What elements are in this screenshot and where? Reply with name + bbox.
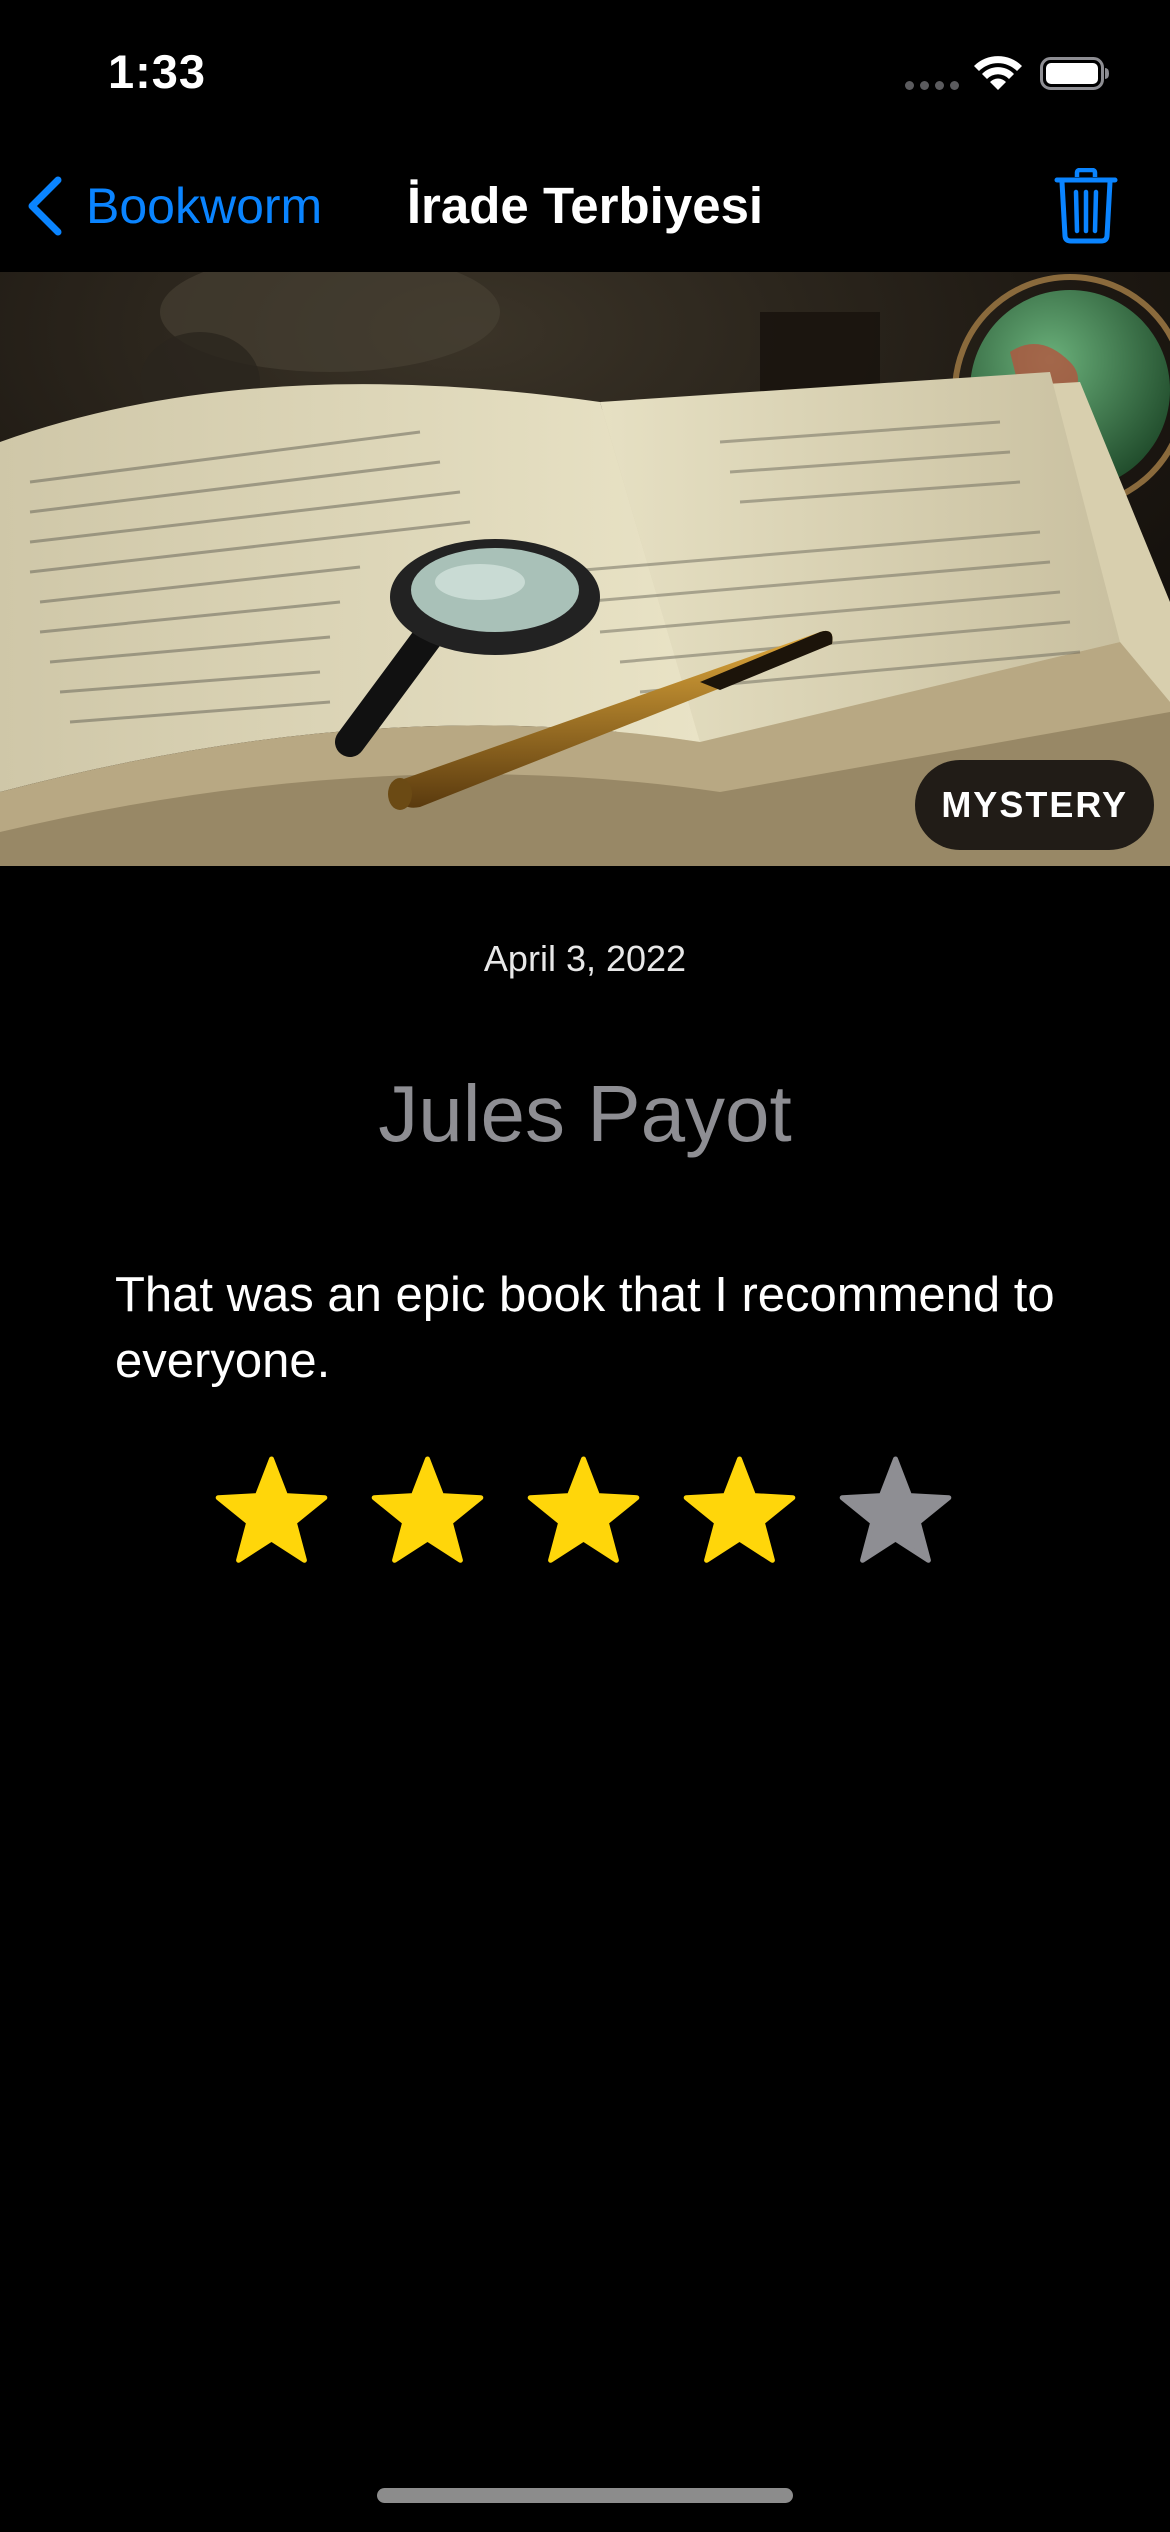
star-filled-icon[interactable] bbox=[526, 1455, 641, 1570]
cellular-signal-icon bbox=[905, 78, 959, 92]
review-text: That was an epic book that I recommend t… bbox=[115, 1268, 1055, 1388]
wifi-icon bbox=[974, 56, 1022, 90]
battery-icon bbox=[1040, 57, 1109, 90]
author-name: Jules Payot bbox=[378, 1069, 792, 1158]
navigation-bar: Bookworm İrade Terbiyesi bbox=[0, 140, 1170, 272]
book-cover-image: MYSTERY bbox=[0, 272, 1170, 866]
status-bar: 1:33 bbox=[0, 0, 1170, 140]
trash-icon[interactable] bbox=[1054, 168, 1118, 244]
status-time: 1:33 bbox=[108, 45, 207, 98]
star-rating bbox=[214, 1455, 953, 1570]
page-title: İrade Terbiyesi bbox=[406, 177, 764, 234]
book-detail-screen: 1:33 Bookworm İrade Terbiyesi MYSTERY Ap… bbox=[0, 0, 1170, 2532]
star-empty-icon[interactable] bbox=[838, 1455, 953, 1570]
star-filled-icon[interactable] bbox=[370, 1455, 485, 1570]
home-indicator bbox=[377, 2488, 793, 2503]
review-date: April 3, 2022 bbox=[483, 938, 687, 979]
star-filled-icon[interactable] bbox=[682, 1455, 797, 1570]
genre-badge: MYSTERY bbox=[915, 760, 1154, 850]
star-filled-icon[interactable] bbox=[214, 1455, 329, 1570]
